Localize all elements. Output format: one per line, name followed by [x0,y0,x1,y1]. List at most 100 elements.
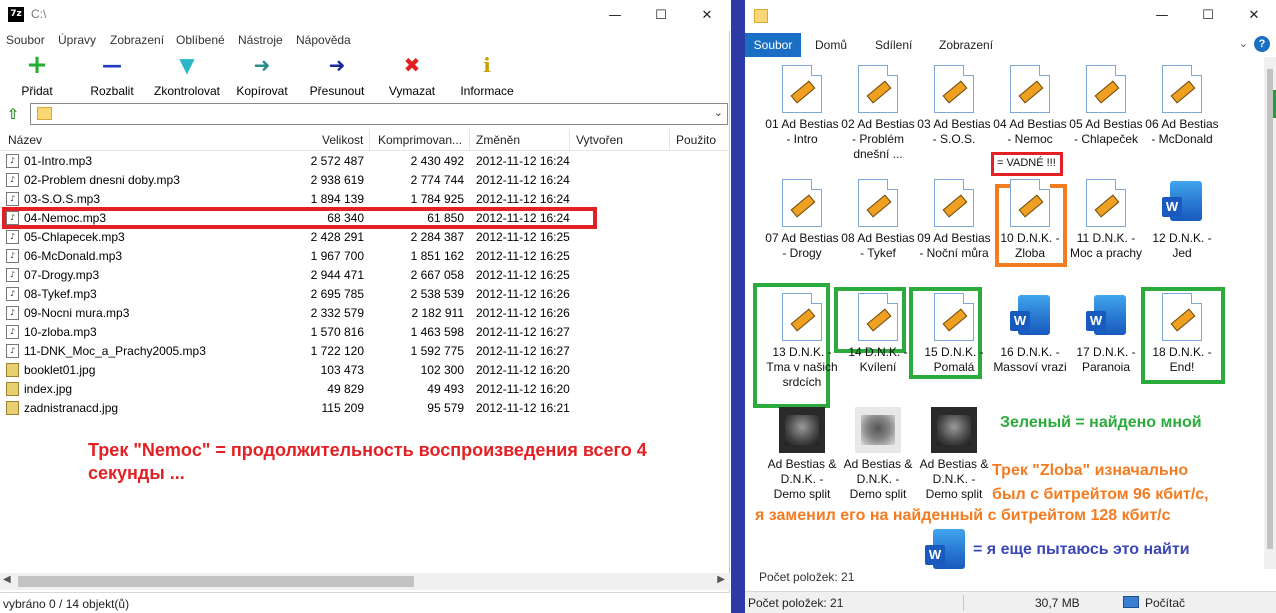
copy-label: Kopírovat [236,84,288,98]
scroll-thumb[interactable] [18,576,414,587]
test-button[interactable]: ▼ Zkontrolovat [150,54,224,98]
audio-file-icon [1086,65,1126,113]
file-tile[interactable]: 01 Ad Bestias - Intro [764,65,840,147]
file-name: 02-Problem dnesni doby.mp3 [24,173,180,187]
tab-sdileni[interactable]: Sdílení [875,38,912,52]
file-tile[interactable]: 14 D.N.K. - Kvílení [840,293,916,375]
add-button[interactable]: + Přidat [10,52,64,98]
file-packed-size: 49 493 [427,382,464,396]
file-tile[interactable]: W 16 D.N.K. - Massoví vrazi [992,293,1068,375]
info-button[interactable]: i Informace [456,54,518,98]
tab-soubor[interactable]: Soubor [745,33,801,57]
close-button[interactable]: ✕ [1231,0,1276,31]
copy-button[interactable]: ➜ Kopírovat [232,54,292,98]
location: Počítač [1145,596,1186,610]
file-row[interactable]: ♪ 08-Tykef.mp3 2 695 785 2 538 539 2012-11-1… [0,285,730,304]
file-tile[interactable]: 18 D.N.K. - End! [1144,293,1220,375]
delete-button[interactable]: ✖ Vymazat [384,54,440,98]
file-label: 05 Ad Bestias - Chlapeček [1069,117,1143,146]
move-button[interactable]: ➜ Přesunout [306,54,368,98]
chevron-down-icon[interactable]: ⌄ [714,106,723,119]
file-tile[interactable]: 03 Ad Bestias - S.O.S. [916,65,992,147]
chevron-down-icon[interactable]: ⌄ [1239,37,1248,50]
folder-up-icon[interactable]: ⇧ [4,105,22,123]
file-tile[interactable]: 09 Ad Bestias - Noční můra [916,179,992,261]
horizontal-scrollbar[interactable]: ◀ ▶ [0,573,730,590]
audio-file-icon [934,179,974,227]
file-label: 11 D.N.K. - Moc a prachy [1069,231,1143,260]
image-thumbnail [931,407,977,453]
file-name: 05-Chlapecek.mp3 [24,230,125,244]
column-modified[interactable]: Změněn [476,133,520,147]
extract-button[interactable]: — Rozbalit [84,54,140,98]
maximize-button[interactable]: ☐ [638,0,684,31]
file-label: 13 D.N.K. - Tma v našich srdcích [766,345,838,389]
menu-soubor[interactable]: Soubor [6,33,45,47]
file-row[interactable]: zadnistranacd.jpg 115 209 95 579 2012-11-12… [0,399,730,418]
help-icon[interactable]: ? [1254,36,1270,52]
audio-file-icon [782,65,822,113]
column-divider[interactable] [369,129,370,151]
scroll-right-icon[interactable]: ▶ [717,574,725,585]
column-created[interactable]: Vytvořen [576,133,623,147]
file-row[interactable]: ♪ 10-zloba.mp3 1 570 816 1 463 598 2012-11-1… [0,323,730,342]
file-tile[interactable]: 15 D.N.K. - Pomalá [916,293,992,375]
file-tile[interactable]: 11 D.N.K. - Moc a prachy [1068,179,1144,261]
tab-zobrazeni[interactable]: Zobrazení [939,38,993,52]
file-tile[interactable]: W 12 D.N.K. - Jed [1144,179,1220,261]
audio-file-icon: ♪ [6,192,19,206]
file-row[interactable]: ♪ 02-Problem dnesni doby.mp3 2 938 619 2 77… [0,171,730,190]
test-icon: ▼ [179,53,195,77]
maximize-button[interactable]: ☐ [1185,0,1231,31]
menu-oblibene[interactable]: Oblíbené [176,33,225,47]
file-tile[interactable]: Ad Bestias & D.N.K. - Demo split [840,407,916,502]
file-tile[interactable]: 06 Ad Bestias - McDonald [1144,65,1220,147]
word-file-icon: W [1010,295,1050,341]
file-row[interactable]: ♪ 07-Drogy.mp3 2 944 471 2 667 058 2012-11-1… [0,266,730,285]
tab-domu[interactable]: Domů [815,38,847,52]
menu-napoveda[interactable]: Nápověda [296,33,351,47]
vertical-scrollbar[interactable] [1264,57,1276,569]
image-file-icon [6,363,19,377]
column-divider[interactable] [569,129,570,151]
minimize-button[interactable]: — [1139,0,1185,31]
minimize-button[interactable]: — [592,0,638,31]
status-count-ghost: Počet položek: 21 [759,570,855,584]
column-divider[interactable] [469,129,470,151]
menu-nastroje[interactable]: Nástroje [238,33,283,47]
scroll-thumb[interactable] [1267,69,1273,549]
file-tile[interactable]: 02 Ad Bestias - Problém dnešní ... [840,65,916,162]
file-row[interactable]: booklet01.jpg 103 473 102 300 2012-11-12 16… [0,361,730,380]
file-row[interactable]: index.jpg 49 829 49 493 2012-11-12 16:20 [0,380,730,399]
file-row[interactable]: ♪ 05-Chlapecek.mp3 2 428 291 2 284 387 2012-… [0,228,730,247]
file-tile[interactable]: 08 Ad Bestias - Tykef [840,179,916,261]
column-divider[interactable] [669,129,670,151]
file-row[interactable]: ♪ 06-McDonald.mp3 1 967 700 1 851 162 2012-1… [0,247,730,266]
image-file-icon [6,401,19,415]
menu-upravy[interactable]: Úpravy [58,33,96,47]
menu-zobrazeni[interactable]: Zobrazení [110,33,164,47]
address-input[interactable]: ⌄ [30,103,728,125]
column-name[interactable]: Název [8,133,42,147]
column-packed[interactable]: Komprimovan... [378,133,462,147]
file-row[interactable]: ♪ 09-Nocni mura.mp3 2 332 579 2 182 911 2012… [0,304,730,323]
file-tile[interactable]: 10 D.N.K. - Zloba [992,179,1068,261]
file-row[interactable]: ♪ 01-Intro.mp3 2 572 487 2 430 492 2012-11-1… [0,152,730,171]
file-label: 01 Ad Bestias - Intro [765,117,839,146]
file-tile[interactable]: 07 Ad Bestias - Drogy [764,179,840,261]
close-button[interactable]: ✕ [684,0,730,31]
file-tile[interactable]: 04 Ad Bestias - Nemoc [992,65,1068,147]
file-tile[interactable]: Ad Bestias & D.N.K. - Demo split [764,407,840,502]
column-size[interactable]: Velikost [322,133,363,147]
file-row[interactable]: ♪ 11-DNK_Moc_a_Prachy2005.mp3 1 722 120 1 5… [0,342,730,361]
file-tile[interactable]: Ad Bestias & D.N.K. - Demo split [916,407,992,502]
column-accessed[interactable]: Použito [676,133,716,147]
file-modified: 2012-11-12 16:20 [476,363,570,377]
file-tile[interactable]: 05 Ad Bestias - Chlapeček [1068,65,1144,147]
audio-file-icon [1010,179,1050,227]
file-tile[interactable]: 13 D.N.K. - Tma v našich srdcích [764,293,840,390]
file-label: 14 D.N.K. - Kvílení [848,345,908,374]
info-icon: i [483,53,491,77]
file-tile[interactable]: W 17 D.N.K. - Paranoia [1068,293,1144,375]
scroll-left-icon[interactable]: ◀ [3,574,11,585]
